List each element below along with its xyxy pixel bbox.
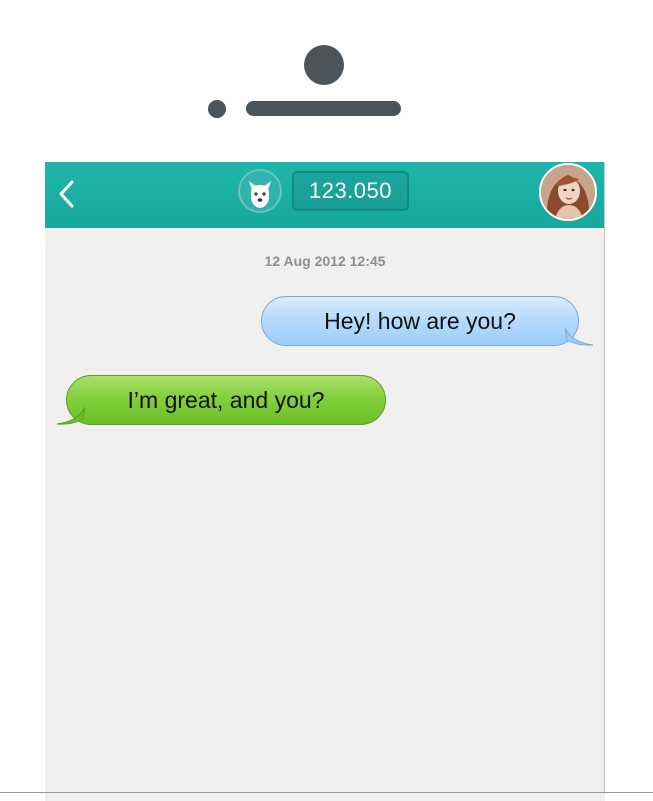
chat-screen: 123.050 12 Aug 2012 12:45 Hey! how are y… [45, 162, 605, 801]
message-text: I’m great, and you? [127, 386, 325, 413]
profile-avatar[interactable] [539, 163, 597, 221]
back-button[interactable] [53, 174, 81, 214]
earpiece-speaker [246, 101, 401, 116]
proximity-sensor [208, 100, 226, 118]
screen-edge [604, 162, 605, 792]
front-camera [304, 45, 344, 85]
message-text: Hey! how are you? [324, 307, 516, 334]
chevron-left-icon [59, 180, 74, 208]
message-timestamp: 12 Aug 2012 12:45 [264, 253, 386, 269]
outgoing-message-bubble[interactable]: Hey! how are you? [261, 296, 579, 346]
dog-icon[interactable] [238, 169, 282, 213]
incoming-message-bubble[interactable]: I’m great, and you? [66, 375, 386, 425]
phone-frame: 123.050 12 Aug 2012 12:45 Hey! how are y… [0, 0, 653, 801]
navigation-bar: 123.050 [45, 162, 605, 228]
points-counter: 123.050 [292, 171, 409, 211]
frame-divider [0, 792, 653, 793]
